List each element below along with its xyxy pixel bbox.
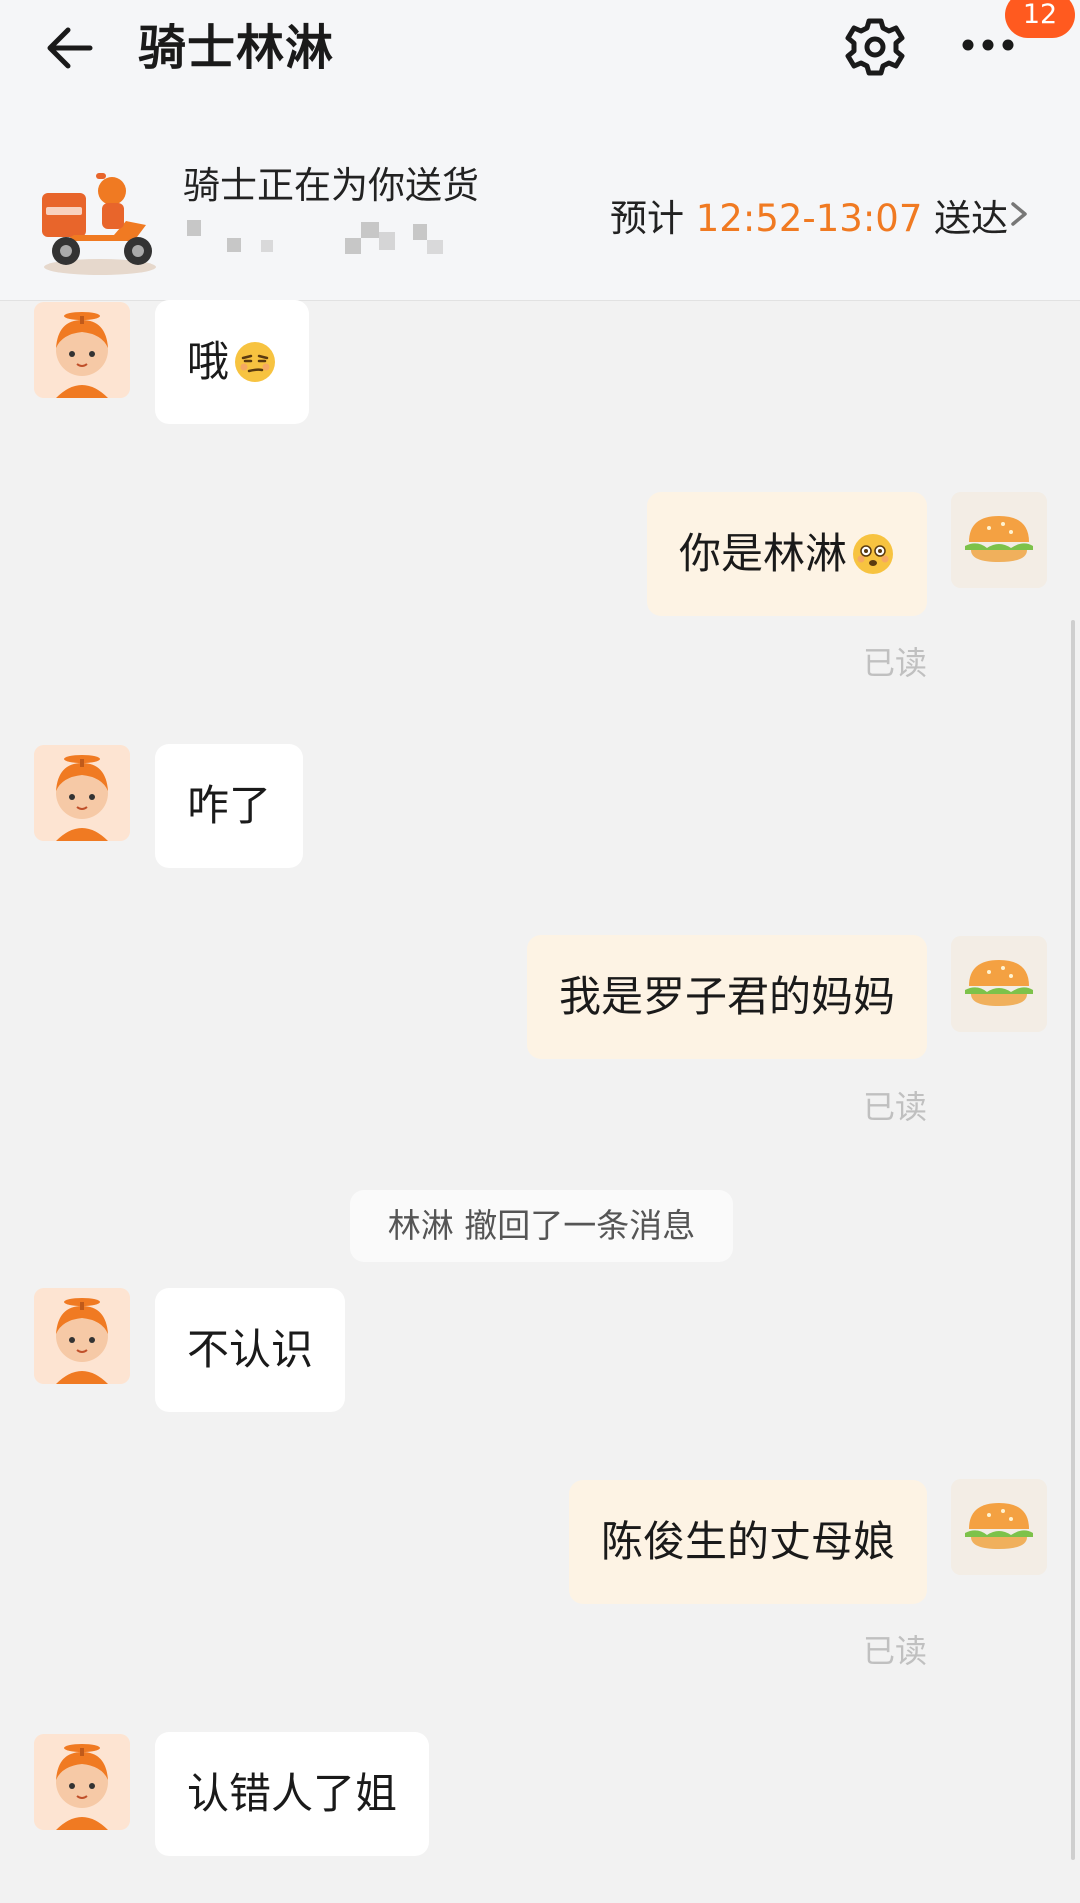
gear-icon (845, 18, 905, 76)
my-message-bubble[interactable]: 陈俊生的丈母娘 (568, 1480, 927, 1604)
message-text: 我是罗子君的妈妈 (558, 972, 895, 1021)
my-avatar[interactable] (951, 492, 1047, 588)
settings-button[interactable] (842, 14, 908, 80)
delivery-scooter-icon (34, 155, 166, 277)
read-receipt: 已读 (862, 1632, 927, 1670)
rider-avatar[interactable] (34, 1288, 130, 1384)
rider-avatar[interactable] (34, 302, 130, 398)
message-text: 哦 (187, 337, 230, 386)
rider-avatar[interactable] (34, 745, 130, 841)
eta-prefix: 预计 (610, 197, 684, 240)
rider-message-bubble[interactable]: 不认识 (155, 1288, 346, 1412)
my-avatar[interactable] (951, 1479, 1047, 1575)
rider-status-card: 骑士正在为你送货 预计 12:52-13:07 送达 (0, 95, 1080, 301)
message-text: 你是林淋 (678, 529, 847, 578)
rider-message-bubble[interactable]: 哦 (155, 300, 310, 424)
delivery-status-text: 骑士正在为你送货 (183, 164, 479, 207)
chevron-right-icon[interactable] (1005, 196, 1033, 232)
rider-message-bubble[interactable]: 认错人了姐 (155, 1732, 430, 1856)
page-title: 骑士林淋 (138, 20, 335, 76)
message-text: 陈俊生的丈母娘 (600, 1517, 895, 1566)
scrollbar[interactable] (1071, 620, 1075, 1860)
rider-message-bubble[interactable]: 咋了 (155, 744, 304, 868)
smirk-emoji-icon (235, 341, 276, 382)
recalled-message-notice: 林淋 撤回了一条消息 (350, 1190, 733, 1262)
top-bar: 骑士林淋 12 (0, 0, 1080, 95)
burger-avatar-icon (951, 1479, 1047, 1575)
read-receipt: 已读 (862, 644, 927, 682)
back-arrow-icon (47, 27, 93, 69)
burger-avatar-icon (951, 492, 1047, 588)
masked-rider-info (185, 220, 455, 260)
my-message-bubble[interactable]: 你是林淋 (646, 492, 927, 616)
eta-time: 12:52-13:07 (695, 197, 923, 240)
message-text: 不认识 (187, 1325, 314, 1374)
unread-badge: 12 (1005, 0, 1075, 38)
read-receipt: 已读 (862, 1088, 927, 1126)
flushed-emoji-icon (853, 533, 893, 574)
back-button[interactable] (40, 16, 104, 80)
eta-suffix: 送达 (934, 197, 1009, 240)
my-message-bubble[interactable]: 我是罗子君的妈妈 (526, 935, 927, 1059)
message-text: 咋了 (187, 781, 272, 830)
burger-avatar-icon (951, 936, 1047, 1032)
message-text: 认错人了姐 (187, 1769, 398, 1818)
my-avatar[interactable] (951, 936, 1047, 1032)
eta-link[interactable]: 预计 12:52-13:07 送达 (610, 188, 1008, 242)
rider-avatar[interactable] (34, 1734, 130, 1830)
